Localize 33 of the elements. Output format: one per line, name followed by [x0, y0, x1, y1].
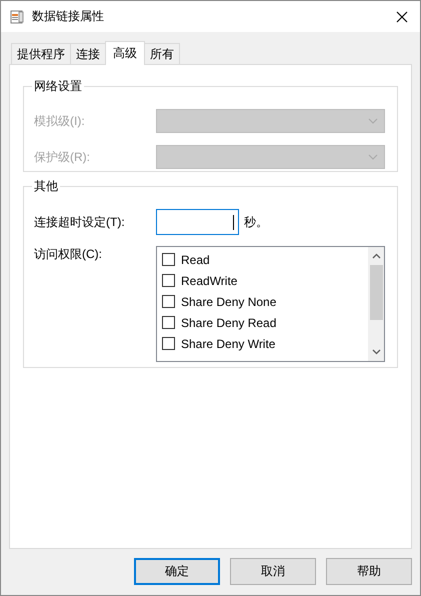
field-label: 访问权限(C):: [34, 246, 103, 263]
scrollbar[interactable]: [368, 247, 384, 361]
chevron-down-icon[interactable]: [372, 349, 380, 355]
field-label: 保护级(R):: [34, 148, 91, 166]
tab[interactable]: 提供程序: [11, 43, 71, 64]
checkbox-label[interactable]: Share Deny Write: [181, 336, 276, 350]
tab[interactable]: 所有: [144, 43, 180, 64]
chevron-up-icon[interactable]: [372, 253, 380, 259]
dialog-button[interactable]: 帮助: [326, 558, 412, 585]
scroll-thumb[interactable]: [370, 265, 382, 320]
dialog-button[interactable]: 取消: [230, 558, 316, 585]
table-icon: [9, 8, 25, 24]
unit-label: 秒。: [244, 214, 268, 230]
checkbox-label[interactable]: Share Deny None: [181, 294, 276, 308]
field-label: 模拟级(I):: [34, 112, 86, 130]
tab[interactable]: 高级: [105, 41, 145, 65]
chevron-down-icon: [368, 154, 378, 160]
close-icon[interactable]: [396, 10, 408, 22]
checkbox[interactable]: [162, 337, 175, 350]
window-title: 数据链接属性: [32, 8, 105, 25]
checkbox[interactable]: [162, 274, 175, 287]
checkbox-label[interactable]: Read: [181, 252, 210, 266]
group-title: 其他: [33, 178, 59, 195]
field-label: 连接超时设定(T):: [34, 214, 126, 230]
checkbox[interactable]: [162, 295, 175, 308]
group-title: 网络设置: [33, 78, 83, 95]
timeout-field[interactable]: [156, 209, 239, 235]
checkbox-label[interactable]: Share Deny Read: [181, 316, 276, 330]
checkbox-label[interactable]: ReadWrite: [181, 274, 238, 288]
chevron-down-icon: [368, 118, 378, 124]
dialog-button[interactable]: 确定: [134, 558, 220, 585]
checkbox[interactable]: [162, 253, 175, 266]
checkbox[interactable]: [162, 316, 175, 329]
